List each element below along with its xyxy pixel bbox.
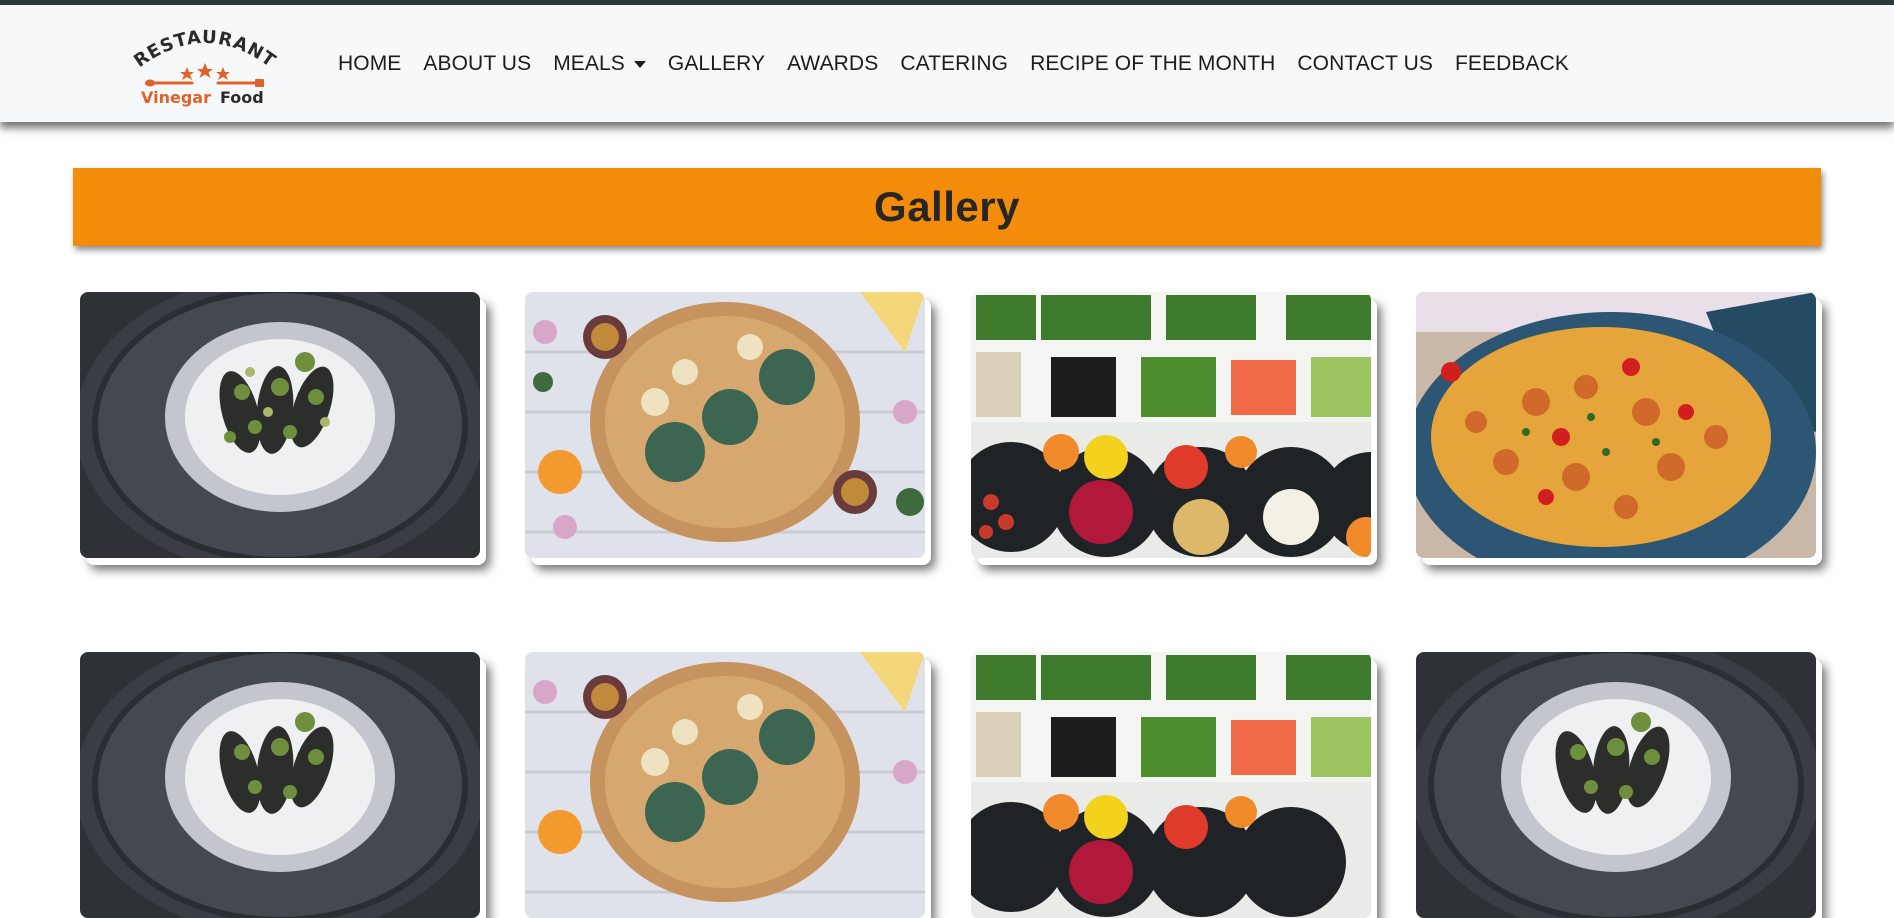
gallery-image-mussels-2[interactable]: [80, 652, 480, 918]
gallery-image-pastries[interactable]: [525, 292, 925, 558]
nav-about-us[interactable]: ABOUT US: [423, 52, 531, 76]
gallery-image-salad-bar[interactable]: [971, 292, 1371, 558]
nav-feedback-label: FEEDBACK: [1454, 51, 1569, 75]
salad-bar-image: [971, 292, 1371, 558]
nav-contact-us[interactable]: CONTACT US: [1297, 52, 1433, 76]
mussels-image: [1416, 652, 1816, 918]
page-title: Gallery: [874, 183, 1020, 230]
main-nav: HOME ABOUT US MEALS GALLERY AWARDS CATER…: [338, 5, 1591, 122]
nav-home-label: HOME: [338, 51, 402, 75]
nav-feedback[interactable]: FEEDBACK: [1455, 52, 1569, 76]
nav-about-us-label: ABOUT US: [423, 51, 532, 75]
mussels-image: [80, 292, 480, 558]
brand-logo[interactable]: RESTAURANT Vinegar Food: [130, 23, 280, 108]
pastries-image: [525, 292, 925, 558]
gallery-image-paella[interactable]: [1416, 292, 1816, 558]
logo-name-part1: Vinegar: [141, 88, 211, 107]
mussels-image: [80, 652, 480, 918]
nav-gallery-label: GALLERY: [667, 51, 766, 75]
nav-meals-label: MEALS: [553, 51, 625, 75]
nav-recipe-label: RECIPE OF THE MONTH: [1030, 51, 1276, 75]
nav-gallery[interactable]: GALLERY: [668, 52, 765, 76]
gallery-image-mussels-3[interactable]: [1416, 652, 1816, 918]
nav-meals-dropdown[interactable]: MEALS: [553, 52, 646, 76]
gallery-image-mussels[interactable]: [80, 292, 480, 558]
salad-bar-image: [971, 652, 1371, 918]
gallery-banner: Gallery: [73, 168, 1821, 246]
caret-down-icon: [633, 61, 646, 68]
nav-awards[interactable]: AWARDS: [787, 52, 878, 76]
pastries-image: [525, 652, 925, 918]
nav-catering[interactable]: CATERING: [900, 52, 1008, 76]
gallery-image-salad-bar-2[interactable]: [971, 652, 1371, 918]
logo-name-part2: Food: [220, 88, 264, 107]
nav-recipe-of-the-month[interactable]: RECIPE OF THE MONTH: [1030, 52, 1275, 76]
nav-catering-label: CATERING: [900, 51, 1009, 75]
nav-contact-us-label: CONTACT US: [1297, 51, 1433, 75]
gallery-image-pastries-2[interactable]: [525, 652, 925, 918]
nav-home[interactable]: HOME: [338, 52, 401, 76]
paella-image: [1416, 292, 1816, 558]
navbar: RESTAURANT Vinegar Food HOME ABOUT US ME: [0, 5, 1894, 122]
nav-awards-label: AWARDS: [787, 51, 879, 75]
